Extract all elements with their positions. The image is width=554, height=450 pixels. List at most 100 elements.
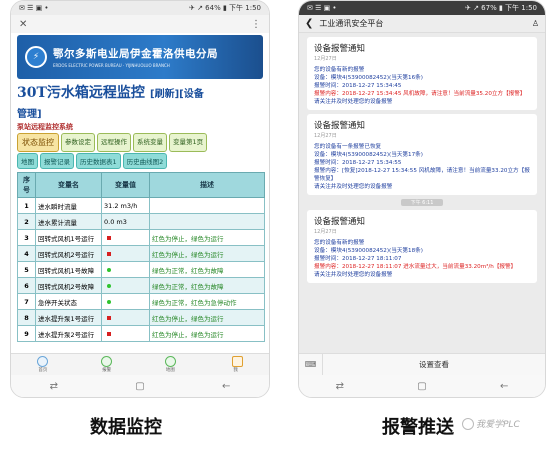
- alarm-card-line: 您的设备有一条报警已恢复: [314, 144, 382, 150]
- nav-me[interactable]: 我: [229, 356, 243, 373]
- device-manage-link[interactable]: [设备: [179, 89, 204, 100]
- user-icon[interactable]: ♙: [532, 19, 539, 28]
- device-manage-link-2[interactable]: 管理]: [17, 109, 42, 120]
- alarm-card-line: 您的设备有新的报警: [314, 240, 365, 246]
- status-normal-icon: [107, 267, 111, 272]
- home-button-icon[interactable]: ▢: [417, 381, 426, 392]
- status-bar: ✉ ☰ ▣ • ✈ ↗ 64% ▮ 下午 1:50: [11, 1, 269, 15]
- tab-alarm-records[interactable]: 报警记录: [40, 153, 74, 169]
- alarm-card-date: 12月27日: [314, 133, 337, 139]
- caption-alarm-push: 报警推送: [382, 417, 454, 438]
- nav-home[interactable]: 首页: [37, 356, 49, 373]
- chat-title: 工业通讯安全平台: [319, 19, 384, 28]
- app-bottom-nav: 首页 报警 地图 我: [11, 353, 269, 375]
- system-navbar: ⇄ ▢ ←: [299, 375, 545, 397]
- alarm-card[interactable]: 设备报警通知 12月27日 您的设备有新的报警 设备：模块4(53900082452)…: [307, 37, 537, 110]
- cell-value: [101, 277, 150, 294]
- table-row: 7 急停开关状态 绿色为正常，红色为急停动作: [17, 293, 265, 310]
- tab-status-monitor[interactable]: 状态监控: [17, 133, 59, 152]
- alarm-card-line: 设备：模块4(53900082452)(当天第16条): [314, 75, 423, 81]
- table-row: 1 进水瞬时流量 31.2 m3/h: [17, 197, 265, 214]
- cell-num-text: 4: [24, 249, 29, 258]
- tab-system-variables[interactable]: 系统变量: [133, 133, 167, 152]
- system-navbar: ⇄ ▢ ←: [11, 375, 269, 397]
- alarm-icon: [101, 356, 113, 367]
- cell-desc-text: 红色为停止，绿色为运行: [152, 250, 224, 259]
- cell-num-text: 2: [24, 217, 29, 226]
- settings-view-menu[interactable]: 设置查看: [323, 359, 545, 370]
- cell-desc: [149, 213, 265, 230]
- cell-num: 7: [17, 293, 36, 310]
- cell-desc: 绿色为正常，红色为故障: [149, 277, 265, 294]
- alarm-card-line: 报警时间：2018-12-27 18:11:07: [314, 256, 402, 262]
- variable-table: 序号 变量名 变量值 描述 1 进水瞬时流量 31.2 m3/h 2 进水累计流量 0.0…: [17, 172, 265, 342]
- alarm-card-date: 12月27日: [314, 229, 337, 235]
- cell-desc: 红色为停止，绿色为运行: [149, 325, 265, 342]
- alarm-card-title: 设备报警通知: [314, 44, 366, 54]
- recent-apps-icon[interactable]: ⇄: [50, 381, 58, 392]
- alarm-card-line: 设备：模块4(53900082452)(当天第18条): [314, 248, 423, 254]
- status-stopped-icon: [107, 235, 111, 240]
- cell-name-text: 急停开关状态: [38, 298, 77, 307]
- cell-desc: 红色为停止，绿色为运行: [149, 229, 265, 246]
- tabs-row-2: 地图 报警记录 历史数据表1 历史曲线图2: [17, 153, 263, 169]
- chat-menu-bar: ⌨ 设置查看: [299, 353, 545, 376]
- col-header-value: 变量值: [101, 172, 150, 198]
- cell-num-text: 3: [24, 233, 29, 242]
- back-icon[interactable]: ←: [500, 381, 508, 392]
- alarm-card-line: 报警时间：2018-12-27 15:34:45: [314, 83, 402, 89]
- cell-desc: 绿色为正常，红色为急停动作: [149, 293, 265, 310]
- chat-header: ❮ 工业通讯安全平台 ♙: [299, 15, 545, 33]
- cell-num: 6: [17, 277, 36, 294]
- tab-variables-page1[interactable]: 变量第1页: [169, 133, 208, 152]
- table-row: 6 回转式风机2号故障 绿色为正常，红色为故障: [17, 277, 265, 294]
- org-logo-icon: ⚡: [25, 46, 47, 68]
- nav-alarm-label: 报警: [102, 368, 112, 373]
- back-icon[interactable]: ←: [222, 381, 230, 392]
- cell-num-text: 5: [24, 265, 29, 274]
- cell-name: 回转式风机1号故障: [35, 261, 102, 278]
- cell-desc: 绿色为正常，红色为故障: [149, 261, 265, 278]
- refresh-link[interactable]: [刷新]: [150, 89, 179, 100]
- cell-name: 进水提升泵1号运行: [35, 309, 102, 326]
- back-icon[interactable]: ❮: [305, 18, 313, 29]
- cell-name-text: 回转式风机2号故障: [38, 282, 95, 291]
- cell-name: 回转式风机2号运行: [35, 245, 102, 262]
- table-row: 3 回转式风机1号运行 红色为停止，绿色为运行: [17, 229, 265, 246]
- cell-num: 4: [17, 245, 36, 262]
- page-title-text: 30T污水箱远程监控: [17, 85, 145, 101]
- table-header-row: 序号 变量名 变量值 描述: [17, 172, 265, 198]
- table-row: 9 进水提升泵2号运行 红色为停止，绿色为运行: [17, 325, 265, 342]
- status-normal-icon: [107, 299, 111, 304]
- cell-value: [101, 261, 150, 278]
- tab-map[interactable]: 地图: [17, 153, 38, 169]
- nav-alarm[interactable]: 报警: [101, 356, 113, 373]
- cell-num-text: 8: [24, 313, 29, 322]
- more-icon[interactable]: ⋮: [251, 19, 261, 30]
- cell-value: [101, 245, 150, 262]
- cell-desc: 红色为停止，绿色为运行: [149, 309, 265, 326]
- keyboard-icon[interactable]: ⌨: [299, 353, 323, 376]
- status-left: ✉ ☰ ▣ •: [307, 4, 337, 12]
- tab-history-chart[interactable]: 历史曲线图2: [122, 153, 168, 169]
- close-icon[interactable]: ✕: [19, 19, 27, 30]
- alarm-card[interactable]: 设备报警通知 12月27日 您的设备有一条报警已恢复 设备：模块4(539000824…: [307, 114, 537, 195]
- alarm-card[interactable]: 设备报警通知 12月27日 您的设备有新的报警 设备：模块4(53900082452)…: [307, 210, 537, 283]
- cell-desc: 红色为停止，绿色为运行: [149, 245, 265, 262]
- nav-home-label: 首页: [38, 368, 48, 373]
- cell-desc-text: 绿色为正常，红色为急停动作: [152, 298, 237, 307]
- cell-value-text: 31.2 m3/h: [104, 201, 138, 210]
- cell-name: 进水提升泵2号运行: [35, 325, 102, 342]
- cell-name-text: 进水提升泵2号运行: [38, 330, 95, 339]
- status-stopped-icon: [107, 251, 111, 256]
- cell-value: [101, 309, 150, 326]
- nav-map[interactable]: 地图: [164, 356, 176, 373]
- tab-remote-operation[interactable]: 远程操作: [97, 133, 131, 152]
- cell-num: 8: [17, 309, 36, 326]
- cell-desc-text: 红色为停止，绿色为运行: [152, 234, 224, 243]
- home-button-icon[interactable]: ▢: [135, 381, 144, 392]
- tab-history-table[interactable]: 历史数据表1: [76, 153, 121, 169]
- recent-apps-icon[interactable]: ⇄: [336, 381, 344, 392]
- system-subtitle: 泵站远程监控系统: [17, 123, 73, 131]
- tab-param-setting[interactable]: 参数设定: [61, 133, 95, 152]
